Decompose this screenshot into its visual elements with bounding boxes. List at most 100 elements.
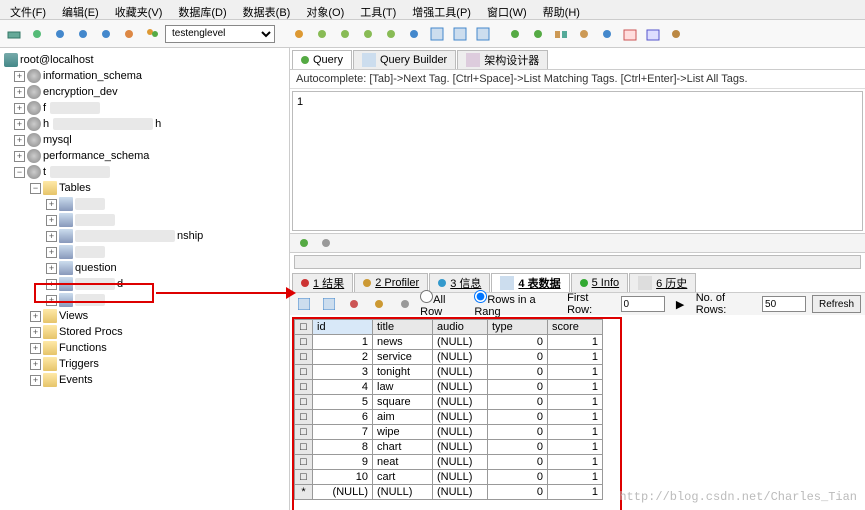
cell-score[interactable]: 1: [548, 485, 603, 500]
cell-type[interactable]: 0: [488, 350, 548, 365]
tool-icon-6[interactable]: [404, 24, 424, 44]
db-node[interactable]: +mysql: [2, 132, 287, 148]
tool-icon-2[interactable]: [312, 24, 332, 44]
expand-icon[interactable]: +: [30, 359, 41, 370]
db-node[interactable]: +performance_schema: [2, 148, 287, 164]
cell-title[interactable]: news: [373, 335, 433, 350]
range-radio[interactable]: Rows in a Rang: [474, 290, 561, 318]
table-row[interactable]: □3tonight(NULL)01: [295, 365, 603, 380]
table-node[interactable]: +: [2, 212, 287, 228]
expand-icon[interactable]: +: [14, 87, 25, 98]
cell-id[interactable]: 4: [313, 380, 373, 395]
table-node[interactable]: +d: [2, 276, 287, 292]
table-node[interactable]: +: [2, 292, 287, 308]
tool-icon-8[interactable]: [574, 24, 594, 44]
globe-icon[interactable]: [50, 24, 70, 44]
grid-tool-icon[interactable]: [319, 294, 338, 314]
table-row[interactable]: □4law(NULL)01: [295, 380, 603, 395]
cell-type[interactable]: 0: [488, 410, 548, 425]
table-row[interactable]: □8chart(NULL)01: [295, 440, 603, 455]
collapse-icon[interactable]: −: [30, 183, 41, 194]
tool-icon[interactable]: [316, 233, 336, 253]
cell-audio[interactable]: (NULL): [433, 455, 488, 470]
menu-tools[interactable]: 工具(T): [354, 2, 402, 17]
num-rows-input[interactable]: [762, 296, 806, 312]
refresh-icon[interactable]: [27, 24, 47, 44]
events-folder[interactable]: +Events: [2, 372, 287, 388]
cell-audio[interactable]: (NULL): [433, 485, 488, 500]
cell-id[interactable]: 7: [313, 425, 373, 440]
row-header[interactable]: □: [295, 380, 313, 395]
export-icon[interactable]: [344, 294, 363, 314]
cell-type[interactable]: 0: [488, 455, 548, 470]
tab-info5[interactable]: 5 Info: [571, 273, 629, 292]
col-title[interactable]: title: [373, 320, 433, 335]
expand-icon[interactable]: +: [46, 215, 57, 226]
cell-score[interactable]: 1: [548, 425, 603, 440]
cell-title[interactable]: neat: [373, 455, 433, 470]
row-header[interactable]: □: [295, 335, 313, 350]
stop-icon[interactable]: [119, 24, 139, 44]
cell-audio[interactable]: (NULL): [433, 470, 488, 485]
cell-type[interactable]: 0: [488, 440, 548, 455]
cell-id[interactable]: 9: [313, 455, 373, 470]
row-header[interactable]: □: [295, 425, 313, 440]
expand-icon[interactable]: +: [30, 343, 41, 354]
menu-objects[interactable]: 对象(O): [300, 2, 350, 17]
menu-database[interactable]: 数据库(D): [172, 2, 232, 17]
cell-title[interactable]: law: [373, 380, 433, 395]
cell-title[interactable]: (NULL): [373, 485, 433, 500]
tab-result[interactable]: 1 结果: [292, 273, 353, 292]
cell-id[interactable]: 8: [313, 440, 373, 455]
cell-type[interactable]: 0: [488, 425, 548, 440]
cell-audio[interactable]: (NULL): [433, 365, 488, 380]
execute-all-icon[interactable]: [96, 24, 116, 44]
tool-icon-10[interactable]: [643, 24, 663, 44]
tab-history[interactable]: 6 历史: [629, 273, 696, 292]
cell-title[interactable]: wipe: [373, 425, 433, 440]
corner-cell[interactable]: □: [295, 320, 313, 335]
grid-icon-2[interactable]: [450, 24, 470, 44]
row-header[interactable]: □: [295, 365, 313, 380]
cell-id[interactable]: 3: [313, 365, 373, 380]
expand-icon[interactable]: +: [14, 103, 25, 114]
grid-icon-3[interactable]: [473, 24, 493, 44]
cell-id[interactable]: 5: [313, 395, 373, 410]
cell-audio[interactable]: (NULL): [433, 425, 488, 440]
cell-score[interactable]: 1: [548, 350, 603, 365]
cell-type[interactable]: 0: [488, 380, 548, 395]
menu-window[interactable]: 窗口(W): [481, 2, 533, 17]
db-node[interactable]: +f: [2, 100, 287, 116]
cell-score[interactable]: 1: [548, 470, 603, 485]
object-browser[interactable]: root@localhost +information_schema +encr…: [0, 48, 290, 510]
tab-schema-designer[interactable]: 架构设计器: [457, 50, 548, 69]
tab-query[interactable]: Query: [292, 50, 352, 69]
expand-icon[interactable]: +: [46, 247, 57, 258]
refresh-button[interactable]: Refresh: [812, 295, 861, 313]
db-node[interactable]: +hh: [2, 116, 287, 132]
cell-id[interactable]: 10: [313, 470, 373, 485]
grid-icon-1[interactable]: [427, 24, 447, 44]
tool-icon-4[interactable]: [358, 24, 378, 44]
cell-type[interactable]: 0: [488, 470, 548, 485]
cell-score[interactable]: 1: [548, 455, 603, 470]
table-row[interactable]: □7wipe(NULL)01: [295, 425, 603, 440]
server-node[interactable]: root@localhost: [2, 52, 287, 68]
tool-icon-5[interactable]: [381, 24, 401, 44]
col-type[interactable]: type: [488, 320, 548, 335]
cell-score[interactable]: 1: [548, 335, 603, 350]
tool-icon-9[interactable]: [597, 24, 617, 44]
db-node[interactable]: +encryption_dev: [2, 84, 287, 100]
tool-icon-3[interactable]: [335, 24, 355, 44]
table-row[interactable]: *(NULL)(NULL)(NULL)01: [295, 485, 603, 500]
collapse-icon[interactable]: −: [14, 167, 25, 178]
db-node[interactable]: +information_schema: [2, 68, 287, 84]
table-row[interactable]: □9neat(NULL)01: [295, 455, 603, 470]
cell-score[interactable]: 1: [548, 410, 603, 425]
db-node[interactable]: −t: [2, 164, 287, 180]
cell-title[interactable]: service: [373, 350, 433, 365]
schedule-icon[interactable]: [620, 24, 640, 44]
first-row-input[interactable]: [621, 296, 665, 312]
table-node-question[interactable]: +question: [2, 260, 287, 276]
sync-icon[interactable]: [505, 24, 525, 44]
